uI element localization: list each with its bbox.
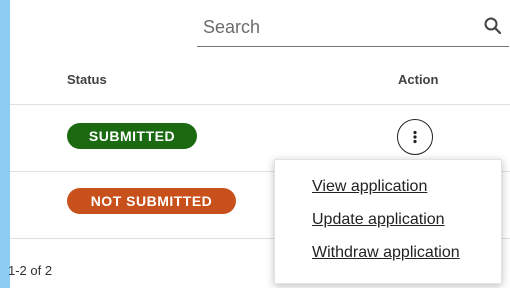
row-actions-button[interactable] [397,119,433,155]
more-vertical-icon [413,130,417,144]
status-column-header: Status [67,72,107,87]
view-application-menu-item[interactable]: View application [312,178,427,196]
search-icon[interactable] [483,16,503,36]
applications-panel: Status Action SUBMITTED NOT SUBMITTED 1-… [8,0,510,288]
status-badge: SUBMITTED [67,123,197,149]
table-header: Status Action [10,56,510,105]
withdraw-application-menu-item[interactable]: Withdraw application [312,244,460,262]
search-bar [197,10,509,47]
action-column-header: Action [398,72,439,87]
update-application-menu-item[interactable]: Update application [312,211,445,229]
pagination-label: 1-2 of 2 [8,263,53,278]
status-badge: NOT SUBMITTED [67,188,236,214]
search-input[interactable] [197,10,473,44]
action-menu: View application Update application With… [274,159,502,284]
